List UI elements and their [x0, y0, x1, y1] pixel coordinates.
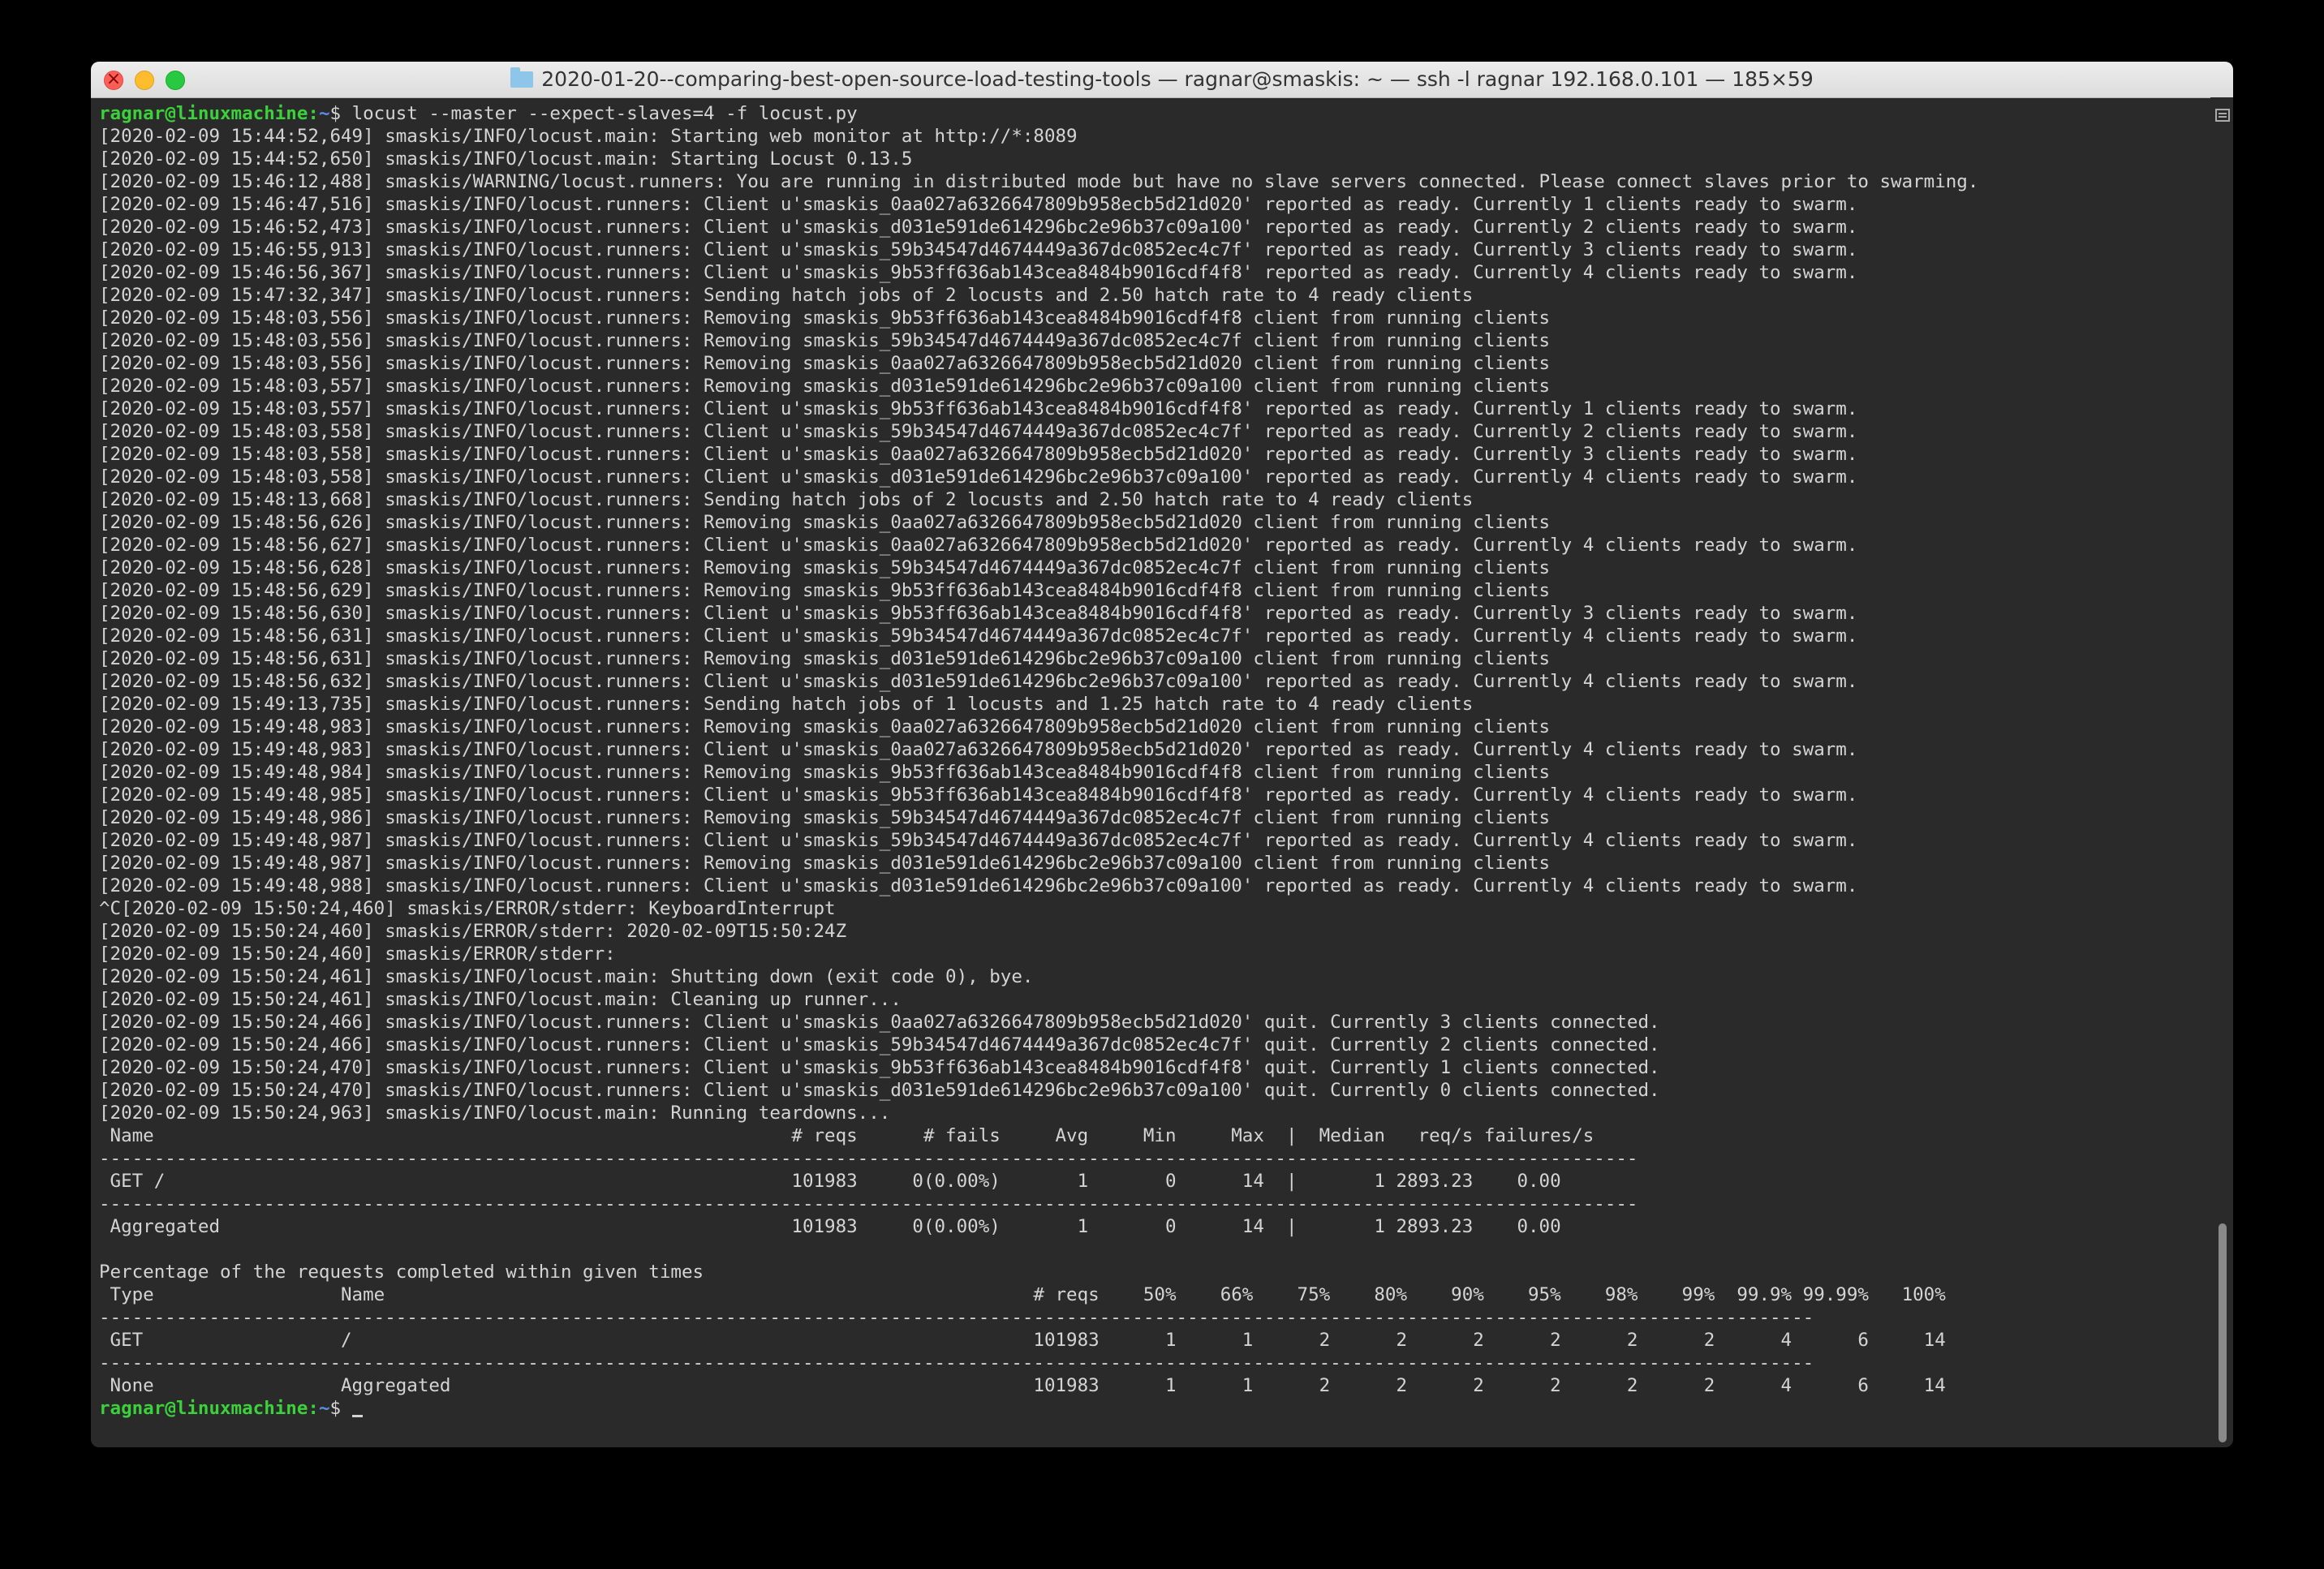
command-text: locust --master --expect-slaves=4 -f loc…: [351, 103, 858, 124]
output-line: [2020-02-09 15:48:03,557] smaskis/INFO/l…: [99, 376, 1551, 397]
output-line: [2020-02-09 15:50:24,466] smaskis/INFO/l…: [99, 1034, 1660, 1055]
current-prompt-symbol: $: [329, 1398, 352, 1419]
output-line: [2020-02-09 15:49:13,735] smaskis/INFO/l…: [99, 694, 1474, 715]
output-line: [2020-02-09 15:48:03,556] smaskis/INFO/l…: [99, 330, 1551, 351]
output-line: None Aggregated 101983 1 1 2 2 2 2 2 2 4…: [99, 1375, 1946, 1396]
title-bar[interactable]: 2020-01-20--comparing-best-open-source-l…: [91, 62, 2233, 98]
current-prompt-separator: :: [308, 1398, 319, 1419]
output-line: [2020-02-09 15:50:24,461] smaskis/INFO/l…: [99, 966, 1034, 987]
output-line: [2020-02-09 15:49:48,986] smaskis/INFO/l…: [99, 807, 1551, 828]
output-line: [2020-02-09 15:49:48,987] smaskis/INFO/l…: [99, 830, 1858, 851]
output-line: [2020-02-09 15:48:03,558] smaskis/INFO/l…: [99, 444, 1858, 465]
output-line: [2020-02-09 15:48:03,558] smaskis/INFO/l…: [99, 466, 1858, 488]
output-line: [2020-02-09 15:50:24,460] smaskis/ERROR/…: [99, 921, 847, 942]
output-line: ^C[2020-02-09 15:50:24,460] smaskis/ERRO…: [99, 898, 836, 919]
output-line: [2020-02-09 15:46:47,516] smaskis/INFO/l…: [99, 194, 1858, 215]
output-line: Type Name # reqs 50% 66% 75% 80% 90% 95%…: [99, 1284, 1946, 1305]
output-line: [2020-02-09 15:48:56,626] smaskis/INFO/l…: [99, 512, 1551, 533]
output-line: GET / 101983 1 1 2 2 2 2 2 2 4 6 14: [99, 1330, 1946, 1351]
output-line: [2020-02-09 15:46:52,473] smaskis/INFO/l…: [99, 217, 1858, 238]
folder-icon: [510, 67, 534, 88]
prompt-separator: :: [308, 103, 319, 124]
output-line: Name # reqs # fails Avg Min Max | Median…: [99, 1125, 1595, 1146]
output-line: [2020-02-09 15:48:56,632] smaskis/INFO/l…: [99, 671, 1858, 692]
output-line: [2020-02-09 15:46:12,488] smaskis/WARNIN…: [99, 171, 1979, 192]
output-line: [2020-02-09 15:49:48,987] smaskis/INFO/l…: [99, 853, 1551, 874]
output-line: [2020-02-09 15:50:24,460] smaskis/ERROR/…: [99, 944, 616, 965]
terminal-output: [2020-02-09 15:44:52,649] smaskis/INFO/l…: [99, 125, 2193, 1397]
text-cursor: [351, 1415, 363, 1417]
current-prompt-path: ~: [318, 1398, 330, 1419]
output-line: [2020-02-09 15:49:48,983] smaskis/INFO/l…: [99, 716, 1551, 737]
output-line: [2020-02-09 15:48:03,557] smaskis/INFO/l…: [99, 398, 1858, 419]
current-prompt-line[interactable]: ragnar@linuxmachine:~$: [99, 1397, 2193, 1420]
output-line: [2020-02-09 15:46:56,367] smaskis/INFO/l…: [99, 262, 1858, 283]
output-line: [2020-02-09 15:50:24,470] smaskis/INFO/l…: [99, 1080, 1660, 1101]
output-line: ----------------------------------------…: [99, 1193, 1638, 1214]
scrollbar[interactable]: [2210, 97, 2233, 1447]
output-line: ----------------------------------------…: [99, 1148, 1638, 1169]
output-line: [2020-02-09 15:48:13,668] smaskis/INFO/l…: [99, 489, 1474, 510]
split-pane-icon[interactable]: [2215, 109, 2230, 122]
scroll-thumb[interactable]: [2219, 1223, 2227, 1442]
prompt-symbol: $: [329, 103, 352, 124]
prompt-user-host: ragnar@linuxmachine: [99, 103, 308, 124]
output-line: ----------------------------------------…: [99, 1352, 1814, 1373]
output-line: [2020-02-09 15:48:56,627] smaskis/INFO/l…: [99, 535, 1858, 556]
output-line: [2020-02-09 15:48:56,629] smaskis/INFO/l…: [99, 580, 1551, 601]
window-title: 2020-01-20--comparing-best-open-source-l…: [541, 67, 1814, 91]
prompt-path: ~: [318, 103, 330, 124]
output-line: [2020-02-09 15:48:56,631] smaskis/INFO/l…: [99, 648, 1551, 669]
output-line: [2020-02-09 15:50:24,470] smaskis/INFO/l…: [99, 1057, 1660, 1078]
output-line: [2020-02-09 15:49:48,984] smaskis/INFO/l…: [99, 762, 1551, 783]
output-line: [2020-02-09 15:48:03,558] smaskis/INFO/l…: [99, 421, 1858, 442]
output-line: ----------------------------------------…: [99, 1307, 1814, 1328]
output-line: [2020-02-09 15:44:52,649] smaskis/INFO/l…: [99, 126, 1078, 147]
output-line: [2020-02-09 15:49:48,988] smaskis/INFO/l…: [99, 875, 1858, 896]
window-title-container: 2020-01-20--comparing-best-open-source-l…: [91, 62, 2233, 97]
output-line: [2020-02-09 15:50:24,963] smaskis/INFO/l…: [99, 1103, 891, 1124]
output-line: [2020-02-09 15:47:32,347] smaskis/INFO/l…: [99, 285, 1474, 306]
output-line: [2020-02-09 15:44:52,650] smaskis/INFO/l…: [99, 148, 913, 170]
terminal-window: 2020-01-20--comparing-best-open-source-l…: [91, 62, 2233, 1447]
output-line: Percentage of the requests completed wit…: [99, 1262, 704, 1283]
output-line: [2020-02-09 15:49:48,985] smaskis/INFO/l…: [99, 784, 1858, 806]
output-line: [2020-02-09 15:48:56,631] smaskis/INFO/l…: [99, 625, 1858, 647]
output-line: [2020-02-09 15:46:55,913] smaskis/INFO/l…: [99, 239, 1858, 260]
output-line: [2020-02-09 15:49:48,983] smaskis/INFO/l…: [99, 739, 1858, 760]
output-line: [2020-02-09 15:50:24,466] smaskis/INFO/l…: [99, 1012, 1660, 1033]
output-line: GET / 101983 0(0.00%) 1 0 14 | 1 2893.23…: [99, 1171, 1561, 1192]
output-line: Aggregated 101983 0(0.00%) 1 0 14 | 1 28…: [99, 1216, 1561, 1237]
output-line: [2020-02-09 15:48:56,630] smaskis/INFO/l…: [99, 603, 1858, 624]
output-line: [2020-02-09 15:50:24,461] smaskis/INFO/l…: [99, 989, 902, 1010]
output-line: [2020-02-09 15:48:03,556] smaskis/INFO/l…: [99, 353, 1551, 374]
output-line: [2020-02-09 15:48:56,628] smaskis/INFO/l…: [99, 557, 1551, 578]
terminal-content[interactable]: ragnar@linuxmachine:~$ locust --master -…: [99, 102, 2193, 1441]
command-line: ragnar@linuxmachine:~$ locust --master -…: [99, 102, 2193, 125]
output-line: [2020-02-09 15:48:03,556] smaskis/INFO/l…: [99, 307, 1551, 329]
current-prompt-user-host: ragnar@linuxmachine: [99, 1398, 308, 1419]
